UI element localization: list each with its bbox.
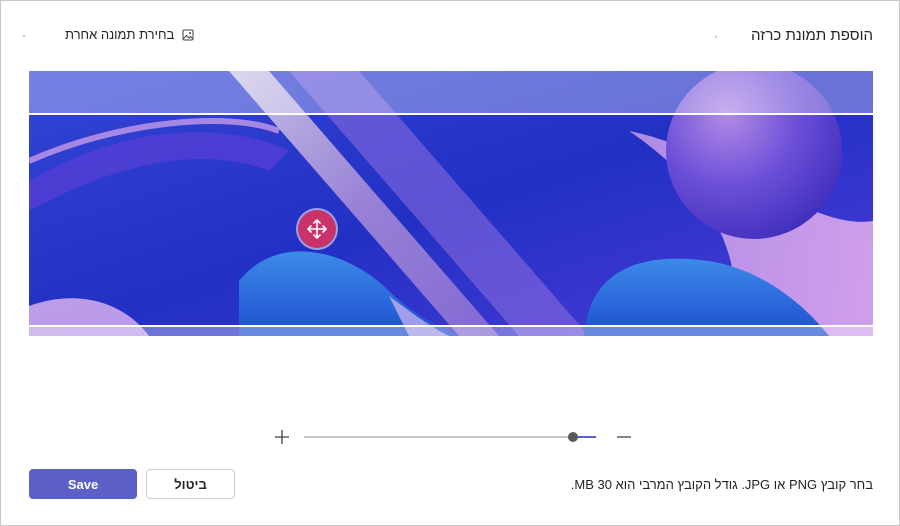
decorative-dot xyxy=(715,36,717,38)
zoom-in-button[interactable] xyxy=(273,428,291,451)
crop-shade-bottom xyxy=(29,325,873,336)
decorative-dot xyxy=(23,35,25,37)
move-arrows-icon xyxy=(307,219,327,239)
crop-shade-top xyxy=(29,71,873,115)
zoom-slider-thumb[interactable] xyxy=(567,432,578,442)
choose-other-image-label: בחירת תמונה אחרת xyxy=(65,27,175,42)
move-handle[interactable] xyxy=(298,210,336,248)
save-button[interactable]: Save xyxy=(29,469,137,499)
dialog-title: הוספת תמונת כרזה xyxy=(751,27,873,44)
image-icon xyxy=(182,29,194,41)
plus-icon xyxy=(275,430,289,444)
zoom-control xyxy=(271,425,631,449)
file-requirements-hint: בחר קובץ PNG או JPG. גודל הקובץ המרבי הו… xyxy=(570,477,873,492)
choose-other-image-link[interactable]: בחירת תמונה אחרת xyxy=(65,27,194,42)
zoom-slider[interactable] xyxy=(304,432,596,442)
minus-icon xyxy=(617,436,631,438)
cancel-button[interactable]: ביטול xyxy=(146,469,235,499)
image-crop-area[interactable] xyxy=(29,71,873,336)
add-banner-image-dialog: הוספת תמונת כרזה בחירת תמונה אחרת בחר קו… xyxy=(0,0,900,526)
zoom-out-button[interactable] xyxy=(615,428,633,451)
